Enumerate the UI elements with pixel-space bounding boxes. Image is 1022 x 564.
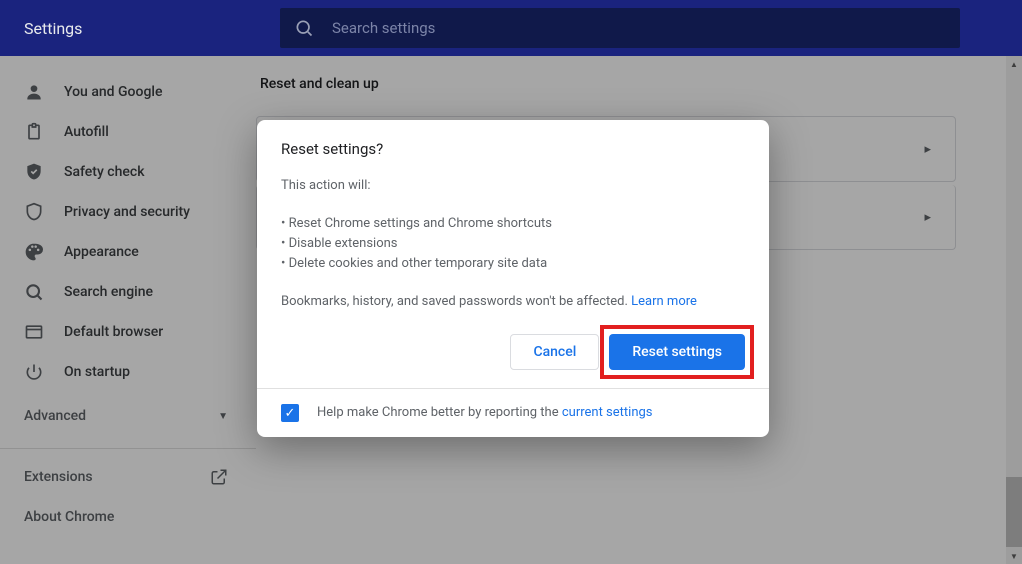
app-header: Settings Search settings [0, 0, 1022, 56]
dialog-note: Bookmarks, history, and saved passwords … [281, 292, 745, 312]
dialog-title: Reset settings? [281, 140, 745, 158]
dialog-bullets: • Reset Chrome settings and Chrome short… [281, 214, 745, 274]
search-icon [294, 18, 314, 38]
bullet-item: • Disable extensions [281, 234, 745, 254]
page-title: Settings [16, 19, 280, 38]
current-settings-link[interactable]: current settings [562, 405, 653, 420]
bullet-item: • Reset Chrome settings and Chrome short… [281, 214, 745, 234]
learn-more-link[interactable]: Learn more [631, 294, 697, 309]
cancel-button[interactable]: Cancel [510, 334, 599, 370]
dialog-intro: This action will: [281, 176, 745, 196]
search-input[interactable]: Search settings [280, 8, 960, 48]
reset-settings-button[interactable]: Reset settings [609, 334, 745, 370]
bullet-item: • Delete cookies and other temporary sit… [281, 254, 745, 274]
report-checkbox[interactable]: ✓ [281, 404, 299, 422]
search-placeholder: Search settings [332, 19, 435, 37]
dialog-footer: ✓ Help make Chrome better by reporting t… [257, 388, 769, 437]
check-icon: ✓ [285, 406, 296, 421]
reset-settings-dialog: Reset settings? This action will: • Rese… [257, 120, 769, 437]
footer-text: Help make Chrome better by reporting the… [317, 403, 653, 423]
